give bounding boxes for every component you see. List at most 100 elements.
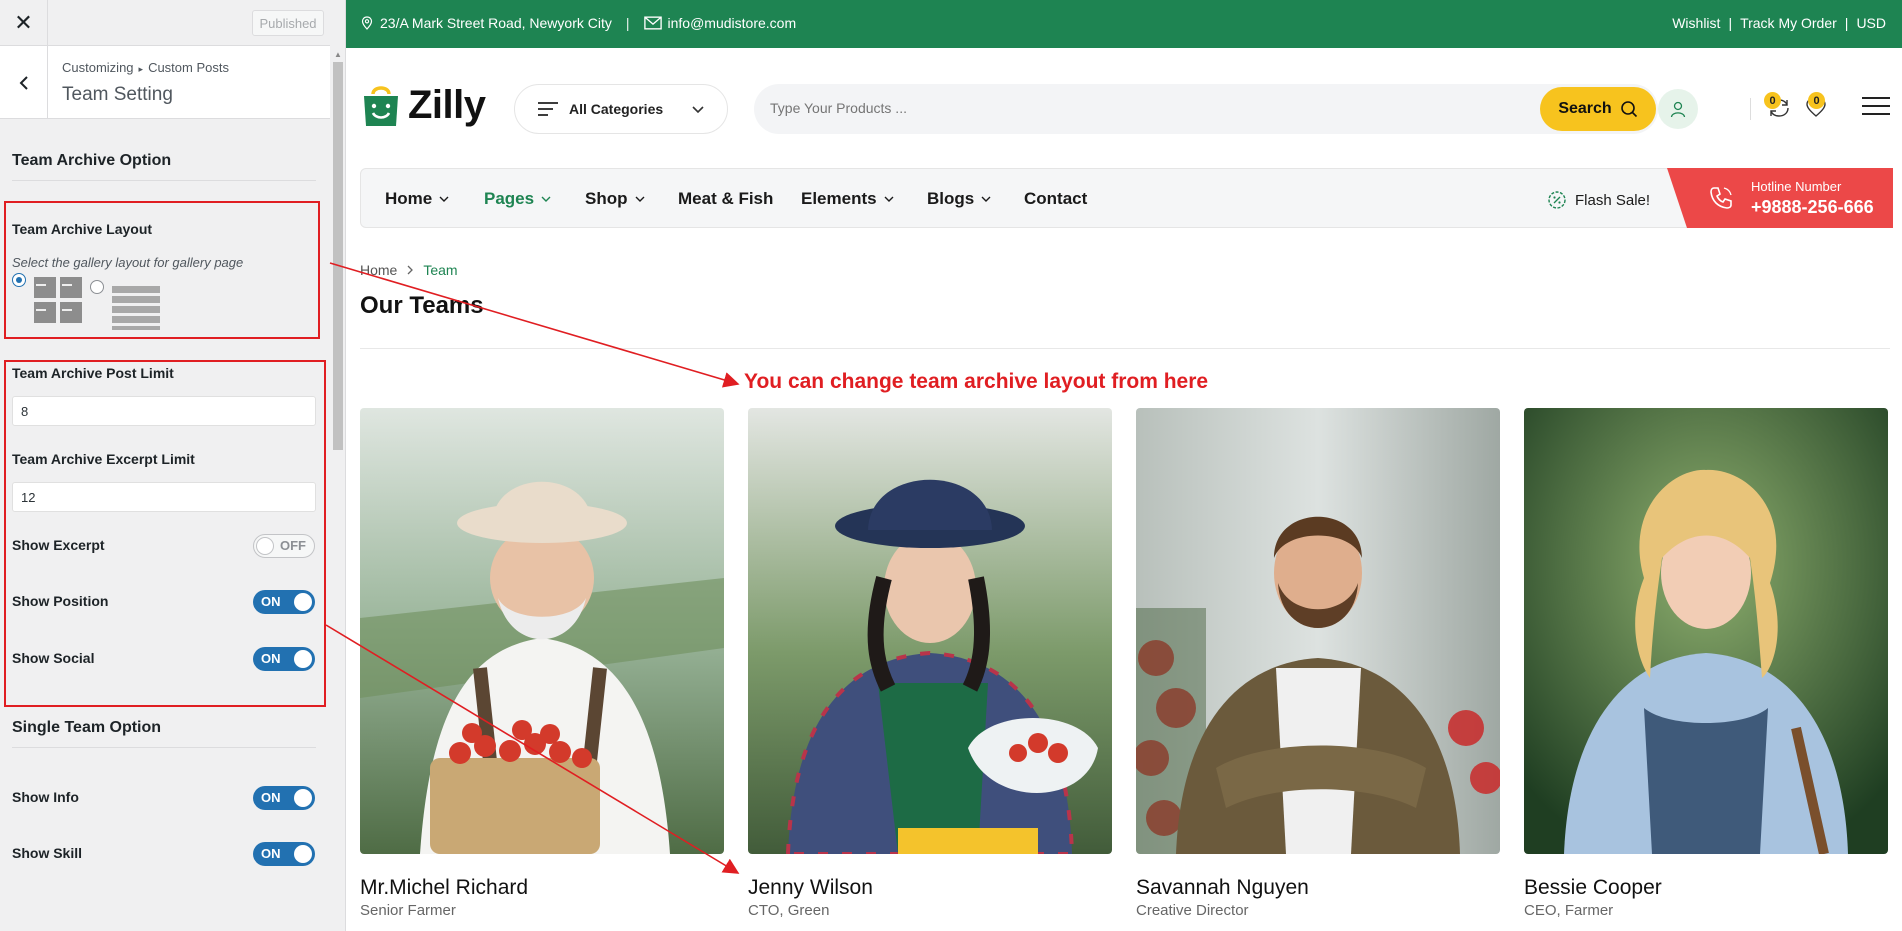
user-icon [1670, 101, 1686, 118]
scroll-thumb[interactable] [333, 62, 343, 450]
section-header: Customizing ▸ Custom Posts Team Setting [0, 46, 330, 119]
toggle-knob [294, 845, 312, 863]
contact-info: 23/A Mark Street Road, Newyork City | in… [360, 15, 796, 31]
panel-scrollbar[interactable]: ▲ [330, 46, 345, 931]
list-layout-icon[interactable] [110, 284, 164, 332]
divider [12, 180, 316, 181]
user-account-button[interactable] [1658, 89, 1698, 129]
address-text: 23/A Mark Street Road, Newyork City [380, 15, 612, 31]
team-member-name[interactable]: Bessie Cooper [1524, 876, 1662, 900]
team-member-name[interactable]: Mr.Michel Richard [360, 876, 528, 900]
nav-label: Home [385, 189, 433, 208]
track-order-link[interactable]: Track My Order [1740, 15, 1837, 31]
customizer-breadcrumb: Customizing ▸ Custom Posts [62, 60, 229, 75]
team-member-position: CEO, Farmer [1524, 902, 1614, 919]
show-skill-toggle[interactable]: ON [253, 842, 315, 866]
divider [12, 747, 316, 748]
hamburger-menu-icon[interactable] [1862, 94, 1890, 123]
show-position-toggle[interactable]: ON [253, 590, 315, 614]
show-skill-label: Show Skill [12, 845, 83, 861]
phone-icon [1707, 184, 1735, 217]
publish-button[interactable]: Published [252, 10, 324, 36]
breadcrumb-home[interactable]: Home [360, 262, 397, 278]
nav-blogs[interactable]: Blogs [927, 189, 992, 209]
post-limit-input[interactable]: 8 [12, 396, 316, 426]
hotline-label: Hotline Number [1751, 179, 1842, 194]
archive-section-title: Team Archive Option [12, 152, 172, 169]
chevron-right-icon [407, 265, 414, 275]
excerpt-limit-label: Team Archive Excerpt Limit [12, 451, 195, 467]
layout-label: Team Archive Layout [12, 221, 153, 237]
flash-sale-label: Flash Sale! [1575, 191, 1651, 209]
chevron-down-icon [635, 196, 644, 202]
layout-radio-list[interactable] [90, 280, 104, 294]
toggle-state: ON [261, 651, 281, 666]
nav-label: Contact [1024, 189, 1088, 208]
categories-label: All Categories [569, 101, 664, 117]
divider [360, 348, 1890, 349]
post-limit-label: Team Archive Post Limit [12, 365, 174, 381]
search-box: Search [754, 84, 1658, 134]
team-member-position: CTO, Green [748, 902, 830, 919]
close-icon[interactable]: ✕ [0, 0, 48, 46]
layout-radio-grid[interactable] [12, 273, 26, 287]
team-member-photo[interactable] [1136, 408, 1500, 854]
breadcrumb-custom-posts: Custom Posts [148, 60, 229, 75]
back-button[interactable] [0, 46, 48, 119]
team-member-name[interactable]: Savannah Nguyen [1136, 876, 1309, 900]
team-card[interactable]: Mr.Michel Richard Senior Farmer [360, 408, 724, 919]
team-card[interactable]: Bessie Cooper CEO, Farmer [1524, 408, 1888, 919]
email-link[interactable]: info@mudistore.com [668, 15, 797, 31]
toggle-knob [294, 593, 312, 611]
scroll-up-icon[interactable]: ▲ [334, 50, 342, 59]
panel-title: Team Setting [62, 84, 173, 105]
page-title: Our Teams [360, 292, 484, 319]
breadcrumb-customizing: Customizing [62, 60, 134, 75]
site-preview: 23/A Mark Street Road, Newyork City | in… [346, 0, 1902, 931]
team-card[interactable]: Jenny Wilson CTO, Green [748, 408, 1112, 919]
team-card[interactable]: Savannah Nguyen Creative Director [1136, 408, 1500, 919]
annotation-text: You can change team archive layout from … [744, 370, 1209, 393]
search-label: Search [1558, 100, 1612, 117]
show-social-toggle[interactable]: ON [253, 647, 315, 671]
currency-selector[interactable]: USD [1856, 15, 1886, 31]
nav-elements[interactable]: Elements [801, 189, 895, 209]
shopping-bag-logo-icon [364, 86, 398, 126]
nav-contact[interactable]: Contact [1024, 189, 1087, 209]
team-member-photo[interactable] [748, 408, 1112, 854]
flash-sale-link[interactable]: Flash Sale! [1547, 190, 1650, 210]
team-member-photo[interactable] [360, 408, 724, 854]
team-member-photo[interactable] [1524, 408, 1888, 854]
search-button[interactable]: Search [1540, 87, 1656, 131]
discount-badge-icon [1548, 191, 1566, 209]
nav-meat-fish[interactable]: Meat & Fish [678, 189, 773, 209]
nav-label: Elements [801, 189, 877, 208]
search-icon [1620, 101, 1637, 118]
nav-home[interactable]: Home [385, 189, 450, 209]
toggle-state: ON [261, 790, 281, 805]
customizer-panel: ✕ Published Customizing ▸ Custom Posts Tea… [0, 0, 346, 931]
team-member-name[interactable]: Jenny Wilson [748, 876, 873, 900]
chevron-down-icon [541, 196, 551, 202]
nav-label: Blogs [927, 189, 975, 208]
customizer-header-bar: ✕ Published [0, 0, 330, 46]
wishlist-count-badge: 0 [1808, 92, 1825, 109]
grid-layout-icon[interactable] [32, 276, 86, 324]
layout-description: Select the gallery layout for gallery pa… [12, 255, 244, 270]
show-social-label: Show Social [12, 650, 95, 666]
nav-shop[interactable]: Shop [585, 189, 646, 209]
show-info-toggle[interactable]: ON [253, 786, 315, 810]
logo[interactable]: Zilly [360, 82, 486, 128]
single-section-title: Single Team Option [12, 719, 162, 736]
hotline-number[interactable]: +9888-256-666 [1751, 197, 1874, 218]
team-member-position: Creative Director [1136, 902, 1249, 919]
search-input[interactable] [770, 100, 1470, 116]
mail-icon [643, 16, 662, 30]
nav-pages[interactable]: Pages [484, 189, 552, 209]
show-excerpt-toggle[interactable]: OFF [253, 534, 315, 558]
all-categories-dropdown[interactable]: All Categories [514, 84, 728, 134]
top-bar: 23/A Mark Street Road, Newyork City | in… [346, 0, 1902, 48]
excerpt-limit-input[interactable]: 12 [12, 482, 316, 512]
show-info-label: Show Info [12, 789, 79, 805]
wishlist-link[interactable]: Wishlist [1672, 15, 1720, 31]
